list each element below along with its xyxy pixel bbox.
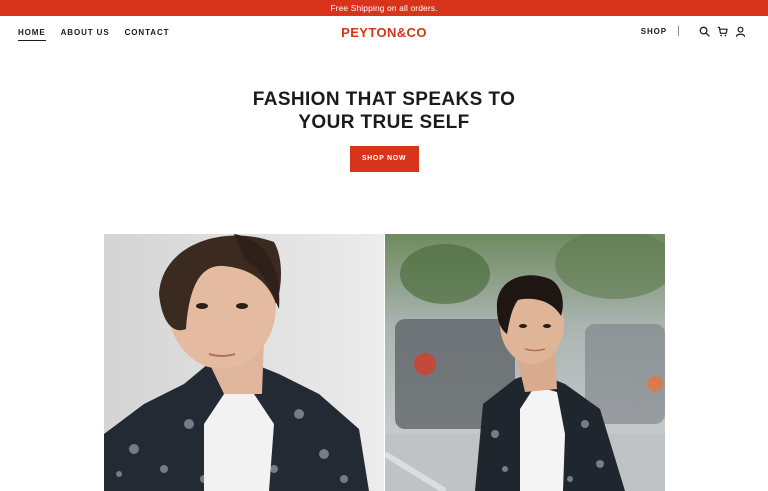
model-photo-portrait xyxy=(104,234,384,491)
nav-link-home[interactable]: Home xyxy=(18,28,46,41)
hero-section: FASHION THAT SPEAKS TO YOUR TRUE SELF SH… xyxy=(0,88,768,172)
nav-link-contact[interactable]: Contact xyxy=(125,28,170,41)
cart-icon[interactable] xyxy=(716,25,728,37)
site-header: Home About Us Contact PEYTON&CO SHOP xyxy=(0,16,768,50)
nav-link-about-us[interactable]: About Us xyxy=(61,28,110,41)
nav-divider xyxy=(678,26,679,36)
model-photo-street xyxy=(385,234,665,491)
hero-title-line-2: YOUR TRUE SELF xyxy=(298,112,470,133)
shop-now-button[interactable]: SHOP NOW xyxy=(349,146,419,172)
search-icon[interactable] xyxy=(698,25,710,37)
main-nav: Home About Us Contact xyxy=(18,28,169,41)
announcement-bar: Free Shipping on all orders. xyxy=(0,0,768,16)
hero-title-line-1: FASHION THAT SPEAKS TO xyxy=(252,89,516,110)
header-actions: SHOP xyxy=(641,25,746,37)
account-icon[interactable] xyxy=(734,25,746,37)
announcement-text: Free Shipping on all orders. xyxy=(330,3,438,13)
image-gallery xyxy=(104,234,665,491)
shop-link[interactable]: SHOP xyxy=(641,27,667,36)
hero-title: FASHION THAT SPEAKS TO YOUR TRUE SELF xyxy=(0,88,768,134)
